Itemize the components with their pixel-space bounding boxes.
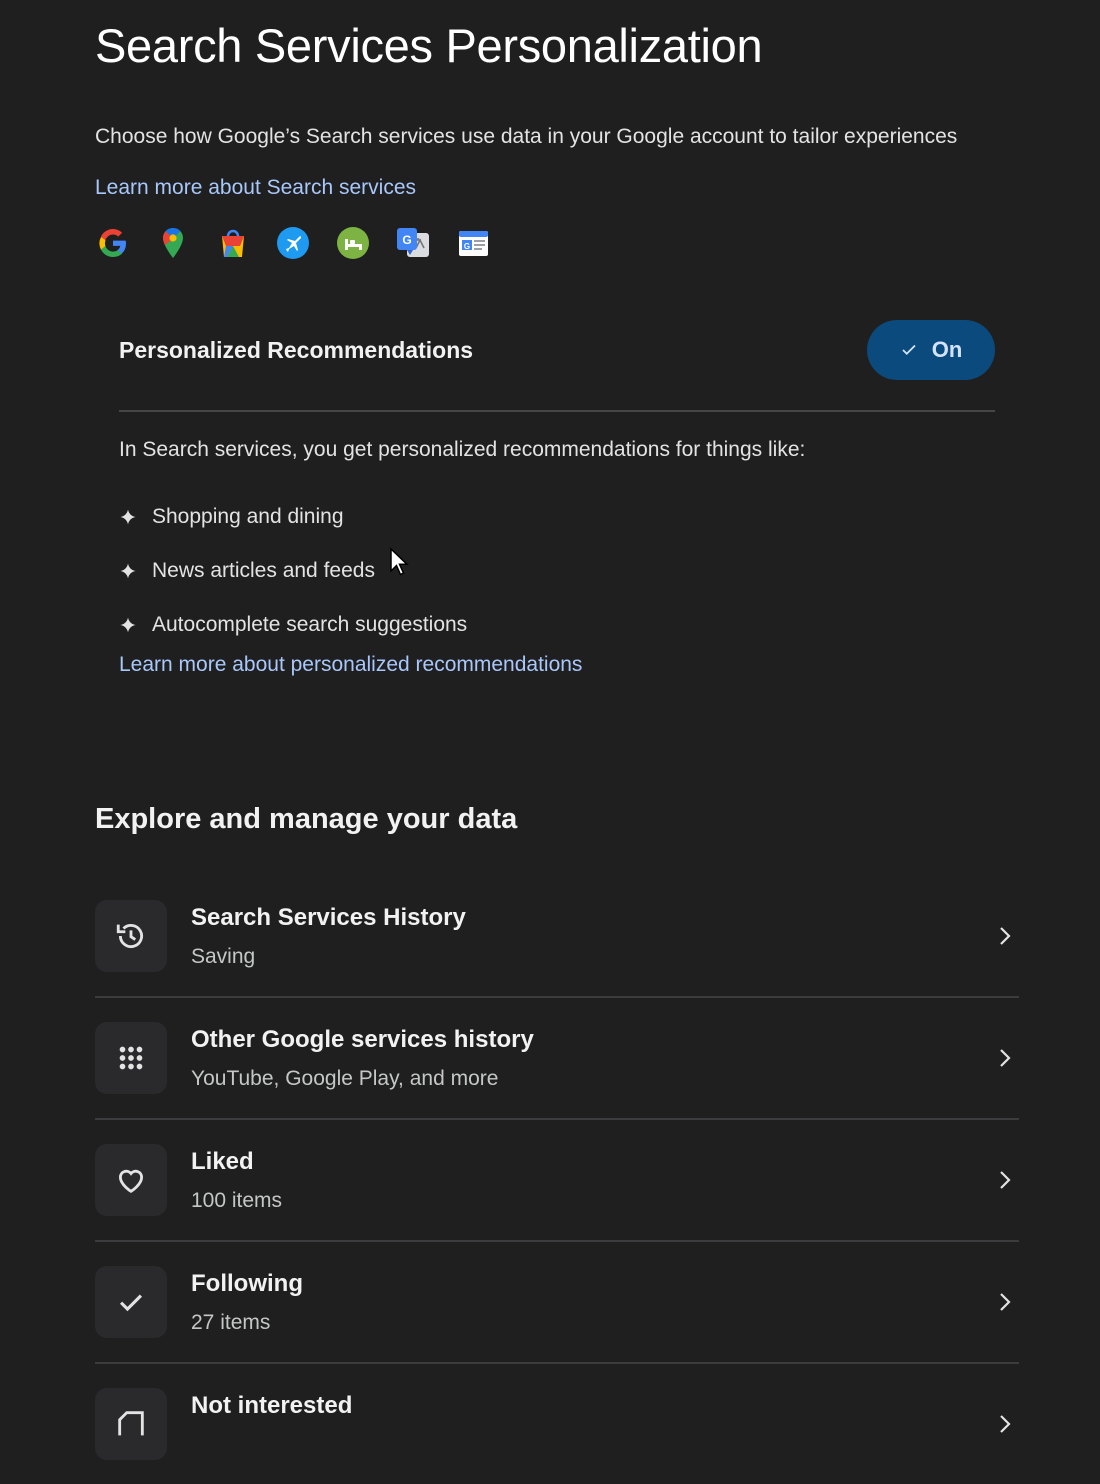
sparkle-icon (120, 563, 136, 579)
learn-more-search-services-link[interactable]: Learn more about Search services (95, 176, 416, 200)
row-liked[interactable]: Liked 100 items (95, 1120, 1019, 1242)
hotels-icon (337, 227, 369, 259)
row-subtitle: YouTube, Google Play, and more (191, 1067, 499, 1090)
row-title: Other Google services history (191, 1026, 534, 1053)
row-subtitle: 27 items (191, 1311, 271, 1334)
chevron-right-icon (1000, 1171, 1011, 1189)
personalized-recommendations-card: Personalized Recommendations On In Searc… (95, 296, 1019, 720)
row-title: Following (191, 1270, 303, 1297)
svg-text:G: G (402, 233, 411, 247)
card-divider (119, 410, 995, 412)
heart-icon (118, 1169, 144, 1193)
heart-icon-tile (95, 1144, 167, 1216)
history-icon (116, 923, 143, 949)
row-subtitle: 100 items (191, 1189, 283, 1212)
row-title: Liked (191, 1148, 254, 1175)
bullet-text: Autocomplete search suggestions (152, 613, 468, 636)
bullet-text: News articles and feeds (152, 559, 375, 582)
news-icon: G (459, 231, 488, 256)
flights-icon (277, 227, 309, 259)
toggle-label: On (931, 337, 963, 362)
list-item: Shopping and dining (119, 490, 467, 544)
not-interested-icon (118, 1411, 144, 1436)
list-item: News articles and feeds (119, 544, 467, 598)
row-subtitle: Saving (191, 945, 256, 968)
recommendation-list: Shopping and dining News articles and fe… (119, 490, 467, 652)
card-description: In Search services, you get personalized… (119, 438, 806, 461)
apps-grid-icon-tile (95, 1022, 167, 1094)
check-icon (119, 1294, 143, 1312)
row-not-interested[interactable]: Not interested (95, 1364, 1019, 1484)
svg-text:G: G (464, 242, 470, 251)
section-title: Explore and manage your data (95, 803, 518, 835)
intro-text: Choose how Google’s Search services use … (95, 125, 958, 148)
chevron-right-icon (1000, 1415, 1011, 1433)
list-item: Autocomplete search suggestions (119, 598, 467, 652)
personalization-toggle-button[interactable]: On (867, 320, 995, 380)
check-icon (902, 344, 916, 356)
learn-more-personalized-recommendations-link[interactable]: Learn more about personalized recommenda… (119, 653, 582, 677)
sparkle-icon (120, 509, 136, 525)
sparkle-icon (120, 617, 136, 633)
row-other-google-services-history[interactable]: Other Google services history YouTube, G… (95, 998, 1019, 1120)
page-title: Search Services Personalization (95, 19, 763, 72)
maps-pin-icon (163, 228, 183, 258)
apps-grid-icon (119, 1046, 143, 1070)
translate-icon: G (397, 228, 429, 257)
mouse-pointer-icon (390, 547, 409, 576)
shopping-bag-icon (222, 229, 244, 257)
row-title: Not interested (191, 1392, 353, 1419)
data-management-list: Search Services History Saving Other Goo… (95, 876, 1019, 1484)
chevron-right-icon (1000, 927, 1011, 945)
check-icon-tile (95, 1266, 167, 1338)
row-title: Search Services History (191, 904, 466, 931)
chevron-right-icon (1000, 1293, 1011, 1311)
history-icon-tile (95, 900, 167, 972)
row-search-services-history[interactable]: Search Services History Saving (95, 876, 1019, 998)
not-interested-icon-tile (95, 1388, 167, 1460)
card-title: Personalized Recommendations (119, 337, 474, 363)
row-following[interactable]: Following 27 items (95, 1242, 1019, 1364)
google-g-icon (99, 229, 126, 257)
service-icons: G G (95, 225, 491, 261)
chevron-right-icon (1000, 1049, 1011, 1067)
bullet-text: Shopping and dining (152, 505, 344, 528)
